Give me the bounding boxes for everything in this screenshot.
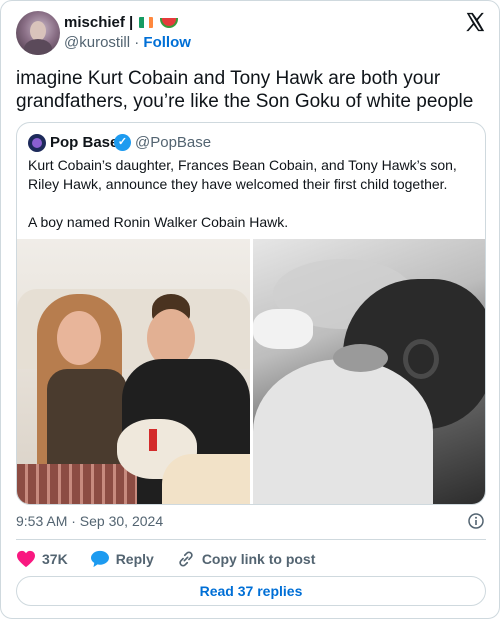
action-bar: 37K Reply Copy link to post [16,549,337,569]
divider [16,539,486,540]
handle-separator: · [134,34,140,51]
photo-baby-held-black-and-white[interactable] [253,239,485,504]
reply-button[interactable]: Reply [90,550,154,568]
follow-link[interactable]: Follow [143,34,191,51]
author-name[interactable]: mischief | [64,14,133,31]
watermelon-emoji [160,17,179,28]
author-name-row: mischief | [64,14,179,31]
quoted-text: Kurt Cobain’s daughter, Frances Bean Cob… [28,157,457,230]
avatar[interactable] [16,11,60,55]
post-timestamp[interactable]: 9:53 AM · Sep 30, 2024 [16,513,163,529]
author-handle-row: @kurostill · Follow [64,34,191,51]
like-button[interactable]: 37K [16,550,68,568]
reply-label: Reply [115,551,154,567]
ireland-flag-emoji [139,17,154,28]
like-count: 37K [42,551,68,567]
info-icon[interactable] [468,513,484,529]
copy-link-label: Copy link to post [201,551,316,567]
read-replies-button[interactable]: Read 37 replies [16,576,486,606]
tweet-text: imagine Kurt Cobain and Tony Hawk are bo… [16,68,474,112]
verified-badge-icon: ✓ [114,134,131,151]
x-logo-icon[interactable] [464,11,486,33]
quoted-author-name[interactable]: Pop Base [50,134,118,151]
quoted-author-handle[interactable]: @PopBase [135,134,211,151]
reply-bubble-icon [90,550,109,568]
photo-couple-with-dog[interactable] [17,239,250,504]
heart-icon [17,550,35,568]
embedded-post: mischief | @kurostill · Follow imagine K… [0,0,500,619]
link-icon [179,551,193,567]
quoted-post[interactable]: Pop Base ✓ @PopBase Kurt Cobain’s daught… [16,122,486,505]
copy-link-button[interactable]: Copy link to post [176,549,316,569]
quoted-avatar[interactable] [28,134,46,152]
author-handle[interactable]: @kurostill [64,34,130,51]
